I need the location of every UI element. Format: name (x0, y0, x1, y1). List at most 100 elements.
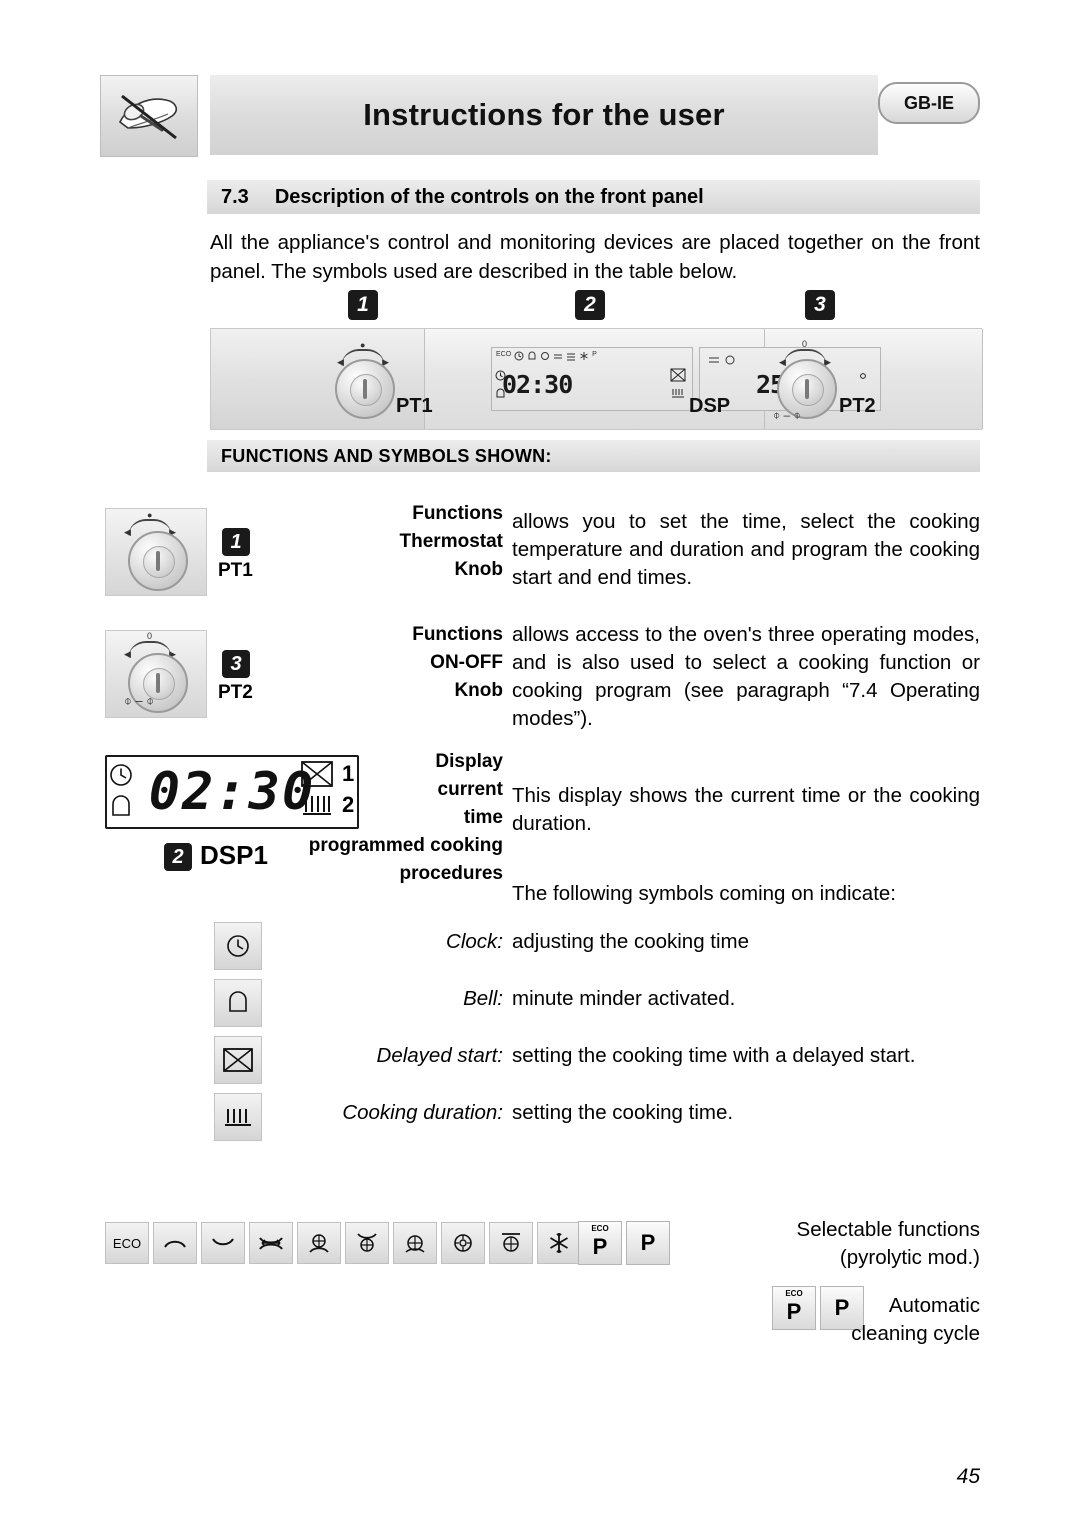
functions-symbols-bar: FUNCTIONS AND SYMBOLS SHOWN: (207, 440, 980, 472)
function-upper-lower-heating-box (249, 1222, 293, 1264)
row3-label-line4: programmed cooking (308, 835, 503, 856)
row2-text: allows access to the oven's three operat… (512, 623, 980, 730)
symbol-caption-bell: Bell: (463, 987, 503, 1010)
clock-icon (110, 764, 132, 786)
section-intro: All the appliance's control and monitori… (210, 231, 980, 283)
lower-heating-element-icon (164, 1240, 186, 1248)
lcd-p-tag: P (592, 351, 597, 358)
function-circulaire-box (441, 1222, 485, 1264)
row2-zero-tick: 0 (147, 631, 153, 641)
auto-cleaning-note: Automatic cleaning cycle (700, 1292, 980, 1348)
function-fan-assisted-box (393, 1222, 437, 1264)
function-lower-heating-box (153, 1222, 197, 1264)
symbol-text-clock: adjusting the cooking time (512, 930, 750, 953)
lcd-bell-icon (496, 388, 505, 398)
row3-label-line3: time (463, 807, 503, 828)
page-number: 45 (956, 1465, 980, 1488)
bell-icon (229, 991, 247, 1012)
pt2-knob-inner (792, 374, 824, 406)
function-pyrolytic-box: P (626, 1221, 670, 1265)
function-pyrolytic-eco-box: ECO P (578, 1221, 622, 1265)
selectable-functions-line1: Selectable functions (796, 1218, 980, 1241)
function-eco-box: ECO (105, 1222, 149, 1264)
selectable-functions-line2: (pyrolytic mod.) (839, 1246, 980, 1269)
section-title-bar: 7.3 Description of the controls on the f… (207, 180, 980, 214)
row3-text: This display shows the current time or t… (512, 784, 980, 835)
row3-label: Display current time programmed cooking … (286, 748, 503, 888)
symbol-caption-delayed-start: Delayed start: (376, 1044, 503, 1067)
page-header: Instructions for the user GB-IE (100, 75, 980, 157)
pt1-knob-inner (350, 374, 382, 406)
row1-icon-box: ◀ ▶ ● (105, 508, 207, 596)
symbol-text-delayed-start: setting the cooking time with a delayed … (512, 1044, 916, 1067)
front-panel-diagram: ◀ ▶ ● PT1 ECO P 02:30 DSP ◀ ▶ 0 ⌽ – ⌽ PT… (210, 328, 983, 430)
pyrolytic-eco-label: P (592, 1234, 608, 1259)
row2-icon-box: ◀ ▶ 0 ⌽ – ⌽ (105, 630, 207, 718)
symbol-box-clock (214, 922, 262, 970)
section-title: Description of the controls on the front… (274, 185, 704, 208)
lcd-symbol-bell-icon (528, 351, 536, 360)
row2-power-icons: ⌽ – ⌽ (124, 693, 155, 708)
pyrolytic-label: P (640, 1230, 656, 1255)
header-title-bar: Instructions for the user (210, 75, 878, 155)
row1-label: Functions Thermostat Knob (300, 500, 503, 584)
row1-text: allows you to set the time, select the c… (512, 510, 980, 589)
row2-label-line1: Functions (412, 624, 503, 645)
lcd2-grill-icon (709, 357, 719, 363)
lcd2-degree-icon (860, 373, 866, 379)
pt1-knob[interactable] (335, 359, 395, 419)
row2-badge: 3 (222, 650, 250, 678)
callout-2: 2 (575, 290, 605, 320)
defrost-icon (550, 1233, 568, 1253)
pt2-knob-label: PT2 (839, 395, 876, 417)
row1-pt1-knob (128, 531, 188, 591)
row1-badge: 1 (222, 528, 250, 556)
row1-label-line3: Knob (454, 559, 503, 580)
row2-device-label: PT2 (218, 682, 253, 703)
pyrolytic-eco-tag: ECO (591, 1224, 609, 1233)
symbol-box-bell (214, 979, 262, 1027)
dsp-label: DSP (689, 395, 731, 417)
row3-label-line2: current (437, 779, 503, 800)
symbol-text-cooking-duration: setting the cooking time. (512, 1101, 734, 1124)
function-grill-fan-box (489, 1222, 533, 1264)
row2-label-line2: ON-OFF (430, 652, 503, 673)
symbols-intro: The following symbols coming on indicate… (512, 882, 896, 905)
logo-box (100, 75, 198, 157)
panel-lcd-left: ECO P 02:30 (491, 347, 693, 411)
lcd-symbol-clock-icon (514, 351, 524, 361)
function-fan-lower-heating-box (297, 1222, 341, 1264)
upper-heating-element-icon (212, 1238, 234, 1246)
row1-label-line2: Thermostat (399, 531, 503, 552)
fan-assisted-icon (405, 1235, 425, 1253)
bell-icon (112, 795, 130, 816)
section-number: 7.3 (221, 185, 249, 208)
row3-badge: 2 (164, 843, 192, 871)
row3-device-label: DSP1 (200, 840, 268, 870)
callout-1: 1 (348, 290, 378, 320)
selectable-functions-note: Selectable functions (pyrolytic mod.) (680, 1216, 980, 1272)
pt1-knob-label: PT1 (396, 395, 433, 417)
symbol-caption-cooking-duration: Cooking duration: (342, 1101, 503, 1124)
function-fan-upper-heating-box (345, 1222, 389, 1264)
row3-label-line1: Display (435, 751, 503, 772)
lcd-symbol-heat-icon (554, 354, 563, 359)
symbol-text-bell: minute minder activated. (512, 987, 736, 1010)
lcd-delayed-start-icon (670, 368, 686, 382)
functions-symbols-title: FUNCTIONS AND SYMBOLS SHOWN: (221, 445, 552, 466)
row2-label-line3: Knob (454, 680, 503, 701)
display-drawing-left-icons (108, 762, 134, 821)
lcd-symbol-defrost-icon (580, 352, 588, 360)
auto-cleaning-line2: cleaning cycle (851, 1322, 980, 1345)
lcd-eco-tag: ECO (496, 351, 512, 358)
row1-device-label: PT1 (218, 560, 253, 581)
row3-label-line5: procedures (399, 863, 503, 884)
upper-lower-heating-icon (259, 1237, 283, 1250)
auto-cleaning-line1: Automatic (888, 1294, 980, 1317)
lcd-symbol-fan-icon (541, 352, 550, 360)
eco-label: ECO (112, 1235, 142, 1251)
page-title: Instructions for the user (363, 97, 725, 132)
lcd-cooking-duration-icon (672, 389, 684, 398)
fan-lower-heating-icon (309, 1234, 329, 1253)
function-defrost-box (537, 1222, 581, 1264)
